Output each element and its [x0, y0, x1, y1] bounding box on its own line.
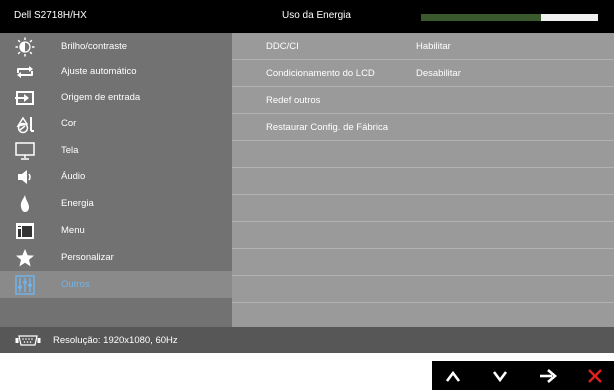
sidebar-item-others[interactable]: Outros: [0, 271, 232, 298]
input-source-icon: [15, 88, 35, 108]
sidebar-item-label: Ajuste automático: [61, 66, 137, 77]
right-arrow-icon[interactable]: [535, 363, 561, 389]
model-name: Dell S2718H/HX: [14, 10, 87, 21]
monitor-osd: Dell S2718H/HX Uso da Energia Brilho/con…: [0, 0, 614, 353]
setting-value: Desabilitar: [416, 68, 461, 79]
energy-use-meter: [421, 14, 598, 21]
setting-label: Restaurar Config. de Fábrica: [266, 122, 388, 133]
sidebar-item-energy[interactable]: Energia: [0, 190, 232, 217]
settings-row-factory-reset[interactable]: Restaurar Config. de Fábrica: [232, 114, 614, 141]
audio-icon: [15, 167, 35, 187]
sidebar-item-input-source[interactable]: Origem de entrada: [0, 84, 232, 111]
sidebar-item-label: Brilho/contraste: [61, 41, 128, 52]
sidebar-item-audio[interactable]: Áudio: [0, 163, 232, 190]
resolution-readout: Resolução: 1920x1080, 60Hz: [53, 335, 178, 346]
down-arrow-icon[interactable]: [487, 363, 513, 389]
sidebar-item-label: Tela: [61, 145, 79, 156]
color-icon: [15, 114, 35, 134]
sidebar-item-label: Áudio: [61, 171, 86, 182]
star-icon: [15, 248, 35, 268]
status-bar: Resolução: 1920x1080, 60Hz: [0, 327, 614, 353]
sidebar-item-label: Outros: [61, 279, 90, 290]
sidebar-item-personalize[interactable]: Personalizar: [0, 244, 232, 271]
auto-adjust-icon: [15, 62, 35, 82]
sliders-icon: [15, 275, 35, 295]
settings-row-empty: [232, 168, 614, 195]
sidebar-item-label: Menu: [61, 225, 85, 236]
sidebar-item-brightness-contrast[interactable]: Brilho/contraste: [0, 33, 232, 60]
setting-value: Habilitar: [416, 41, 451, 52]
button-guide: [432, 361, 614, 390]
settings-row-lcd-conditioning[interactable]: Condicionamento do LCD Desabilitar: [232, 60, 614, 87]
brightness-icon: [15, 37, 35, 57]
sidebar: Brilho/contraste Ajuste automático Orige…: [0, 33, 232, 327]
osd-header: Dell S2718H/HX Uso da Energia: [0, 0, 614, 33]
settings-row-reset-others[interactable]: Redef outros: [232, 87, 614, 114]
menu-icon: [15, 221, 35, 241]
sidebar-item-color[interactable]: Cor: [0, 110, 232, 137]
energy-use-fill: [421, 14, 542, 21]
setting-label: DDC/CI: [266, 41, 299, 52]
settings-row-empty: [232, 141, 614, 168]
sidebar-item-label: Origem de entrada: [61, 92, 141, 103]
settings-row-empty: [232, 276, 614, 303]
settings-row-empty: [232, 195, 614, 222]
settings-row-empty: [232, 249, 614, 276]
energy-use-label: Uso da Energia: [282, 10, 351, 21]
energy-icon: [15, 194, 35, 214]
settings-panel: DDC/CI Habilitar Condicionamento do LCD …: [232, 33, 614, 327]
sidebar-item-menu[interactable]: Menu: [0, 217, 232, 244]
sidebar-item-auto-adjust[interactable]: Ajuste automático: [0, 58, 232, 85]
sidebar-item-label: Personalizar: [61, 252, 114, 263]
sidebar-item-label: Energia: [61, 198, 94, 209]
settings-row-empty: [232, 222, 614, 249]
settings-row-ddc-ci[interactable]: DDC/CI Habilitar: [232, 33, 614, 60]
sidebar-item-display[interactable]: Tela: [0, 137, 232, 164]
display-icon: [15, 141, 35, 161]
vga-connector-icon: [15, 335, 41, 349]
setting-label: Redef outros: [266, 95, 321, 106]
up-arrow-icon[interactable]: [440, 363, 466, 389]
sidebar-item-label: Cor: [61, 118, 77, 129]
setting-label: Condicionamento do LCD: [266, 68, 375, 79]
close-icon[interactable]: [582, 363, 608, 389]
